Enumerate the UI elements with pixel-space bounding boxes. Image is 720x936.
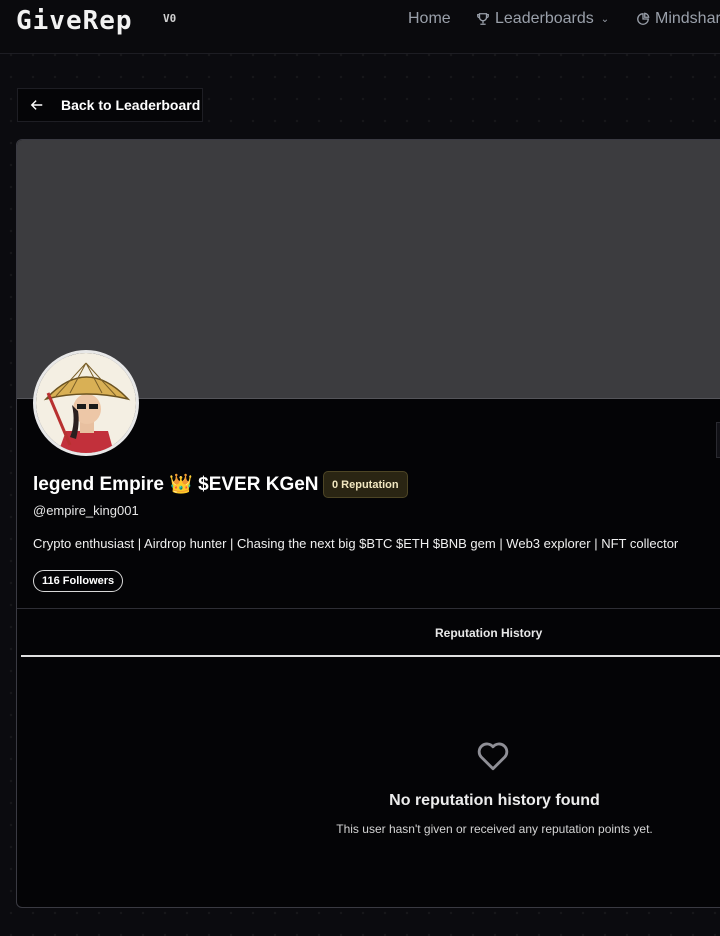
profile-name: legend Empire 👑 $EVER KGeN: [33, 474, 319, 495]
arrow-left-icon: [30, 100, 43, 110]
pie-chart-icon: [637, 12, 650, 25]
profile-bio: Crypto enthusiast | Airdrop hunter | Cha…: [33, 536, 679, 551]
profile-handle[interactable]: @empire_king001: [33, 503, 139, 518]
top-navbar: GiveRep V0 Home Leaderboards ⌄ Mindshare: [0, 0, 720, 54]
empty-state-description: This user hasn't given or received any r…: [336, 822, 653, 836]
logo[interactable]: GiveRep: [16, 6, 133, 36]
nav-leaderboards-label: Leaderboards: [495, 10, 594, 27]
nav-home-label: Home: [408, 10, 451, 27]
back-to-leaderboard-button[interactable]: Back to Leaderboard: [17, 88, 203, 122]
profile-banner: [17, 140, 720, 399]
profile-card: legend Empire 👑 $EVER KGeN 0 Reputation …: [16, 139, 720, 908]
heart-icon: [477, 742, 509, 771]
back-button-label: Back to Leaderboard: [61, 97, 201, 113]
tab-reputation-history-label: Reputation History: [435, 626, 543, 640]
nav-mindshare-label: Mindshare: [655, 10, 720, 27]
nav-mindshare-link[interactable]: Mindshare: [636, 10, 720, 28]
reputation-badge: 0 Reputation: [323, 471, 408, 498]
avatar-image: [36, 353, 136, 453]
chevron-down-icon: ⌄: [600, 13, 610, 25]
nav-leaderboards-dropdown[interactable]: Leaderboards ⌄: [476, 10, 609, 28]
tab-reputation-history[interactable]: Reputation History: [21, 609, 720, 657]
followers-badge[interactable]: 116 Followers: [33, 570, 124, 592]
avatar: [33, 350, 139, 456]
nav-home-link[interactable]: Home: [408, 10, 451, 28]
profile-action-button[interactable]: [716, 422, 720, 458]
version-label: V0: [163, 12, 177, 25]
trophy-icon: [477, 13, 489, 25]
empty-state-title: No reputation history found: [389, 792, 600, 809]
